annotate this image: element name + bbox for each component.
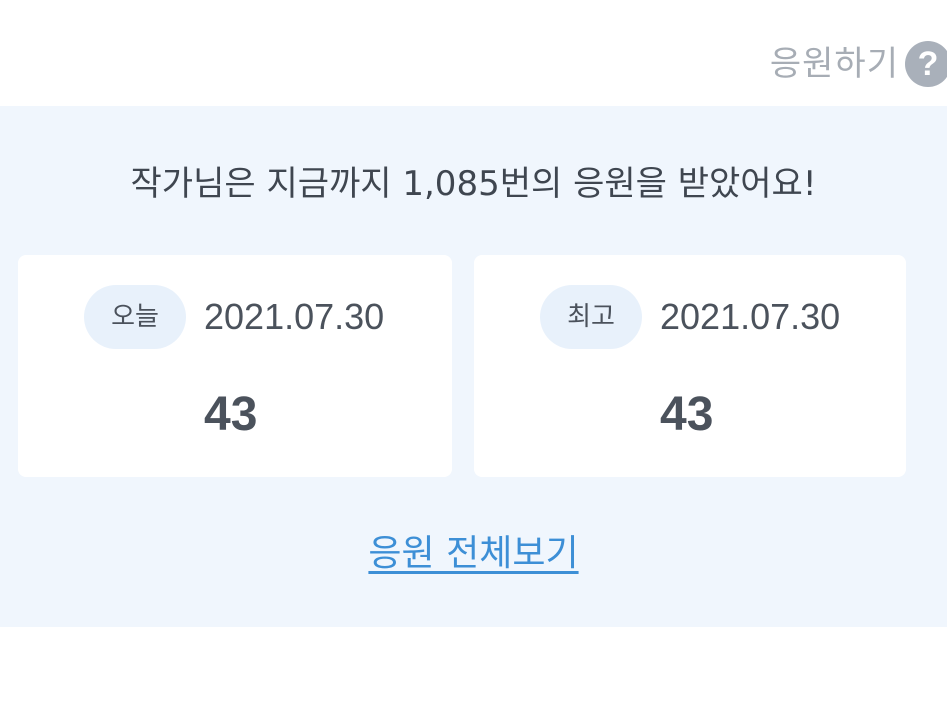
help-icon[interactable]: ? <box>905 41 947 87</box>
today-count: 43 <box>204 388 258 441</box>
support-total-message: 작가님은 지금까지 1,085번의 응원을 받았어요! <box>130 164 817 204</box>
best-count: 43 <box>660 388 714 441</box>
best-support-card: 최고 2021.07.30 43 <box>474 255 906 477</box>
top-bar: 응원하기 ? <box>0 0 947 106</box>
today-date: 2021.07.30 <box>204 296 385 337</box>
today-badge: 오늘 <box>84 285 186 349</box>
best-badge: 최고 <box>540 285 642 349</box>
view-all-support-link[interactable]: 응원 전체보기 <box>0 528 947 580</box>
best-date: 2021.07.30 <box>660 296 841 337</box>
support-title[interactable]: 응원하기 <box>770 38 899 90</box>
support-page: 응원하기 ? 작가님은 지금까지 1,085번의 응원을 받았어요! 오늘 20… <box>0 0 947 711</box>
today-support-card: 오늘 2021.07.30 43 <box>18 255 452 477</box>
